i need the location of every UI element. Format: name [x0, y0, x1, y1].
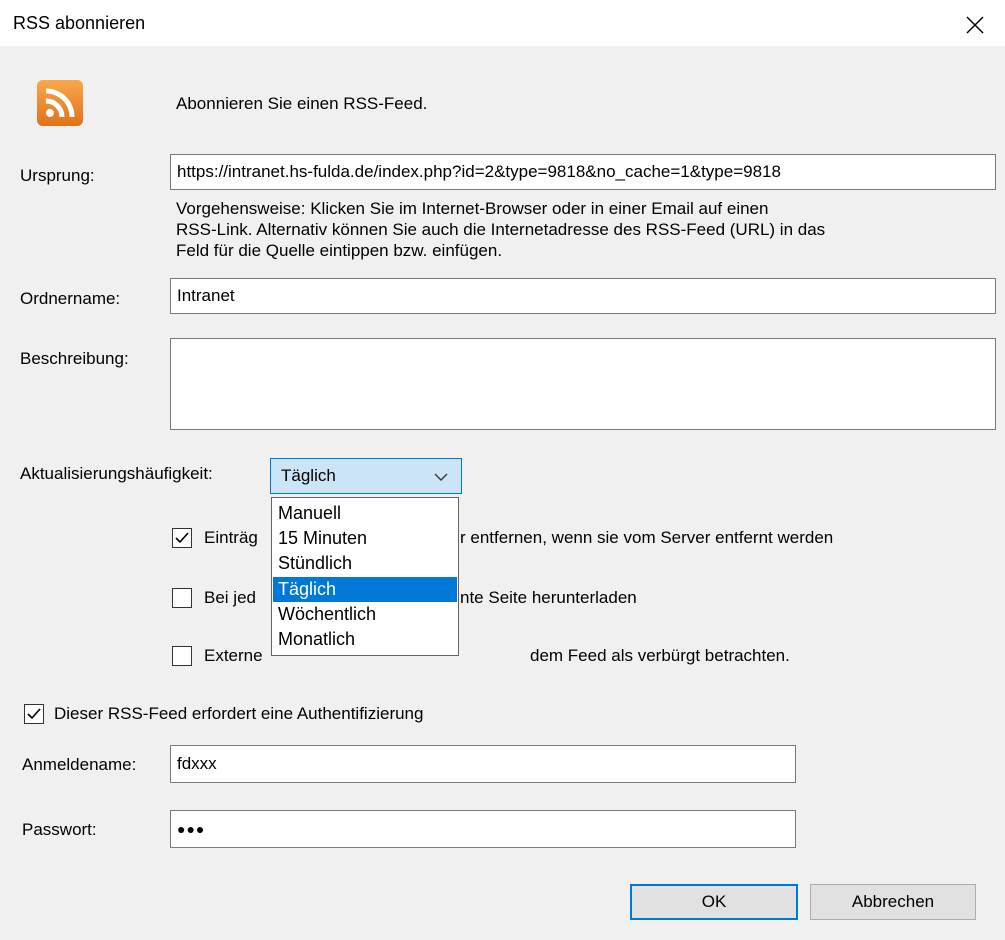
folder-input[interactable]: Intranet [170, 278, 996, 314]
cancel-button[interactable]: Abbrechen [810, 884, 976, 920]
frequency-option-monatlich[interactable]: Monatlich [273, 627, 457, 652]
download-page-label-rest: nte Seite herunterladen [460, 588, 637, 607]
auth-required-checkbox[interactable] [24, 704, 44, 724]
login-input[interactable]: fdxxx [170, 745, 796, 783]
remove-items-checkbox[interactable] [172, 528, 192, 548]
checkmark-icon [175, 532, 189, 544]
password-input[interactable]: ●●● [170, 810, 796, 848]
description-textarea[interactable] [170, 338, 996, 430]
remove-items-label-rest: r entfernen, wenn sie vom Server entfern… [460, 528, 834, 547]
rss-feed-icon [37, 80, 83, 126]
password-label: Passwort: [22, 820, 97, 839]
frequency-option-woechentlich[interactable]: Wöchentlich [273, 602, 457, 627]
frequency-select[interactable]: Täglich [270, 458, 462, 494]
chevron-down-icon [434, 473, 448, 481]
frequency-label: Aktualisierungshäufigkeit: [20, 464, 213, 483]
download-page-checkbox[interactable] [172, 588, 192, 608]
origin-input[interactable]: https://intranet.hs-fulda.de/index.php?i… [170, 154, 996, 190]
title-bar: RSS abonnieren [0, 0, 1005, 46]
folder-label: Ordnername: [20, 289, 121, 308]
close-icon [966, 16, 984, 34]
frequency-dropdown-list: Manuell 15 Minuten Stündlich Täglich Wöc… [271, 497, 459, 656]
help-text: Vorgehensweise: Klicken Sie im Internet-… [176, 198, 996, 261]
window-title: RSS abonnieren [13, 13, 146, 33]
trust-images-label: Externe [204, 646, 263, 665]
checkmark-icon [27, 708, 41, 720]
frequency-selected-value: Täglich [281, 466, 336, 485]
frequency-option-taeglich[interactable]: Täglich [273, 577, 457, 602]
trust-images-checkbox[interactable] [172, 646, 192, 666]
login-label: Anmeldename: [22, 755, 137, 774]
description-label: Beschreibung: [20, 349, 129, 368]
trust-images-label-rest: dem Feed als verbürgt betrachten. [530, 646, 790, 665]
origin-label: Ursprung: [20, 166, 95, 185]
frequency-option-manuell[interactable]: Manuell [273, 501, 457, 526]
auth-required-label: Dieser RSS-Feed erfordert eine Authentif… [54, 704, 424, 723]
intro-text: Abonnieren Sie einen RSS-Feed. [176, 94, 428, 113]
download-page-label: Bei jed [204, 588, 256, 607]
close-button[interactable] [955, 8, 995, 42]
help-line: RSS-Link. Alternativ können Sie auch die… [176, 220, 826, 239]
remove-items-label: Einträg [204, 528, 258, 547]
frequency-option-15-minuten[interactable]: 15 Minuten [273, 526, 457, 551]
frequency-option-stuendlich[interactable]: Stündlich [273, 551, 457, 576]
help-line: Feld für die Quelle eintippen bzw. einfü… [176, 241, 503, 260]
help-line: Vorgehensweise: Klicken Sie im Internet-… [176, 199, 769, 218]
ok-button[interactable]: OK [630, 884, 798, 920]
